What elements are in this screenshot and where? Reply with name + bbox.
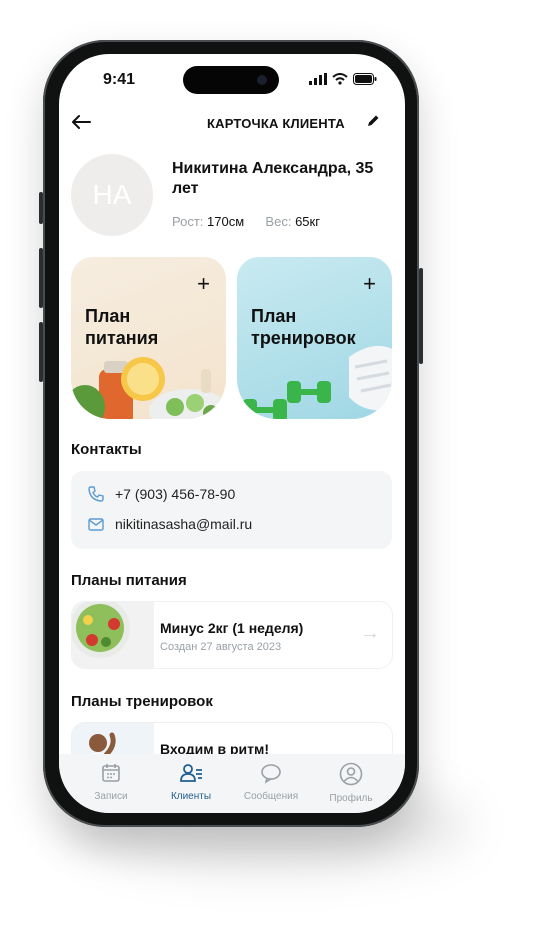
volume-down-button bbox=[39, 322, 43, 382]
mail-icon bbox=[88, 518, 104, 531]
nutrition-tile-label: План питания bbox=[85, 306, 159, 348]
nutrition-plans-title: Планы питания bbox=[71, 572, 187, 589]
tab-records-label: Записи bbox=[94, 791, 128, 802]
height-label: Рост: bbox=[172, 214, 204, 229]
profile-icon bbox=[339, 762, 363, 786]
pencil-icon bbox=[368, 115, 379, 126]
wifi-icon bbox=[332, 73, 348, 85]
nutrition-plan-date: Создан 27 августа 2023 bbox=[160, 641, 282, 653]
status-time: 9:41 bbox=[103, 71, 136, 88]
tab-bar: Записи Клиенты Сообщения Профиль bbox=[59, 754, 405, 813]
camera-icon bbox=[257, 75, 267, 85]
phone-row[interactable]: +7 (903) 456-78-90 bbox=[87, 485, 235, 503]
app-screen: 9:41 КАРТОЧКА КЛИЕНТА НА Никитина Алекса… bbox=[59, 54, 405, 813]
contacts-card: +7 (903) 456-78-90 nikitinasasha@mail.ru bbox=[71, 471, 392, 549]
training-plans-title: Планы тренировок bbox=[71, 693, 213, 710]
contacts-title: Контакты bbox=[71, 441, 142, 458]
tab-profile[interactable]: Профиль bbox=[311, 762, 391, 804]
weight-value: 65кг bbox=[295, 214, 320, 229]
arrow-left-icon bbox=[72, 115, 91, 129]
status-bar: 9:41 bbox=[59, 54, 405, 104]
status-icons bbox=[309, 73, 377, 85]
weight-label: Вес: bbox=[265, 214, 292, 229]
dynamic-island bbox=[183, 66, 279, 94]
tab-clients-label: Клиенты bbox=[170, 791, 212, 802]
avatar: НА bbox=[71, 154, 153, 236]
plus-icon[interactable]: + bbox=[197, 273, 210, 295]
training-tile-label: План тренировок bbox=[251, 306, 356, 348]
edit-button[interactable] bbox=[365, 113, 381, 132]
phone-icon bbox=[88, 486, 104, 502]
volume-up-button bbox=[39, 248, 43, 308]
height-value: 170см bbox=[207, 214, 245, 229]
chat-icon bbox=[261, 764, 281, 784]
email-row[interactable]: nikitinasasha@mail.ru bbox=[87, 515, 252, 533]
tab-records[interactable]: Записи bbox=[71, 762, 151, 802]
phone-number: +7 (903) 456-78-90 bbox=[115, 486, 236, 502]
back-button[interactable] bbox=[69, 110, 93, 139]
side-button bbox=[39, 192, 43, 224]
calendar-icon bbox=[102, 764, 120, 782]
top-bar: КАРТОЧКА КЛИЕНТА bbox=[59, 110, 405, 138]
tab-messages-label: Сообщения bbox=[243, 791, 299, 802]
battery-icon bbox=[353, 73, 377, 85]
arrow-right-icon: → bbox=[360, 622, 380, 644]
salad-thumbnail bbox=[72, 602, 154, 668]
plus-icon[interactable]: + bbox=[363, 273, 376, 295]
nutrition-plan-item[interactable]: Минус 2кг (1 неделя) Создан 27 августа 2… bbox=[71, 601, 393, 669]
email-address: nikitinasasha@mail.ru bbox=[115, 516, 253, 532]
power-button bbox=[419, 268, 423, 364]
clients-icon bbox=[180, 764, 202, 782]
tab-profile-label: Профиль bbox=[329, 793, 373, 804]
tab-clients[interactable]: Клиенты bbox=[151, 762, 231, 802]
client-name: Никитина Александра, 35 лет bbox=[172, 160, 374, 197]
training-plan-tile[interactable]: + План тренировок bbox=[237, 257, 392, 419]
nutrition-plan-title: Минус 2кг (1 неделя) bbox=[160, 620, 304, 636]
tab-messages[interactable]: Сообщения bbox=[231, 762, 311, 802]
page-title: КАРТОЧКА КЛИЕНТА bbox=[207, 116, 345, 131]
nutrition-plan-tile[interactable]: + План питания bbox=[71, 257, 226, 419]
signal-icon bbox=[309, 73, 327, 85]
client-metrics: Рост: 170см Вес: 65кг bbox=[172, 214, 320, 229]
